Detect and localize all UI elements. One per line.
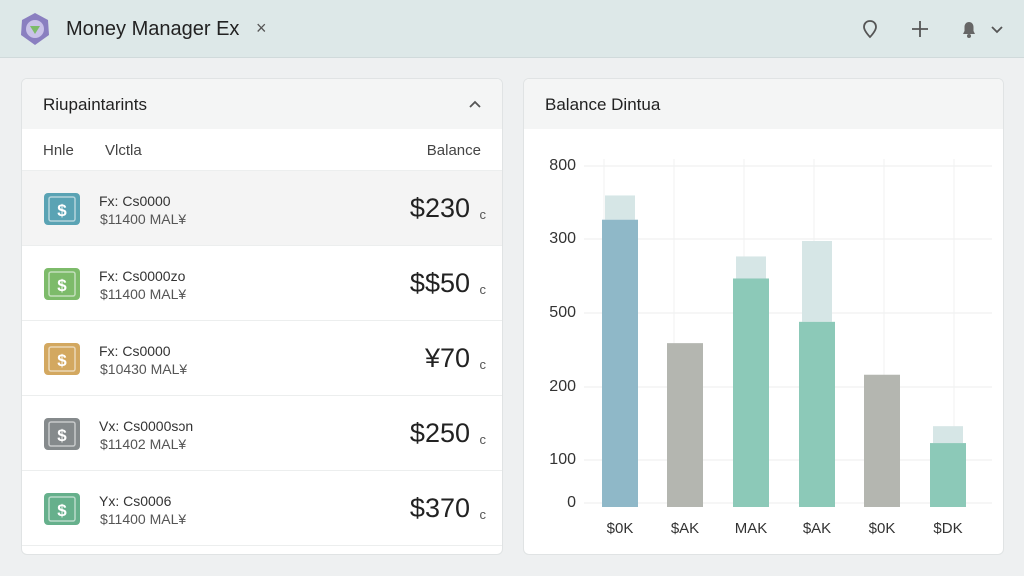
close-tab-button[interactable]: × xyxy=(256,18,267,39)
column-header-balance[interactable]: Balance xyxy=(427,142,481,159)
bar[interactable] xyxy=(667,343,703,507)
bar-cap xyxy=(605,195,635,220)
y-tick-label: 500 xyxy=(549,304,576,321)
svg-text:$: $ xyxy=(57,426,67,445)
accounts-panel: Riupaintarints Hnle Vlctla Balance $ Fx:… xyxy=(21,78,503,555)
account-subtitle: $10430 MAL¥ xyxy=(100,361,188,377)
y-tick-label: 800 xyxy=(549,157,576,174)
x-tick-label: $AK xyxy=(803,520,831,537)
chevron-up-icon[interactable] xyxy=(466,95,484,113)
svg-text:$: $ xyxy=(57,276,67,295)
account-balance-suffix: c xyxy=(479,357,487,372)
account-name: Yx: Cs0006 xyxy=(99,493,172,509)
x-tick-label: $AK xyxy=(671,520,699,537)
bar[interactable] xyxy=(930,443,966,507)
bar[interactable] xyxy=(864,374,900,507)
y-tick-label: 0 xyxy=(567,494,576,511)
column-header-type[interactable]: Vlctla xyxy=(105,142,142,159)
svg-text:$: $ xyxy=(57,351,67,370)
account-row[interactable]: $ Yx: Cs0006 $11400 MAL¥ $370 c xyxy=(22,471,502,546)
balance-bar-chart: 0 100 200 500 300 800 $0K $AK MAK $AK $0K $DK xyxy=(549,157,992,537)
window-titlebar: Money Manager Ex × xyxy=(0,0,1024,58)
account-balance-suffix: c xyxy=(479,207,487,222)
money-icon: $ xyxy=(44,418,80,450)
chart-panel-header: Balance Dintua xyxy=(524,79,1003,129)
column-header-name[interactable]: Hnle xyxy=(43,142,74,159)
account-row[interactable]: $ Fx: Cs0000 $10430 MAL¥ ¥70 c xyxy=(22,321,502,396)
money-icon: $ xyxy=(44,193,80,225)
balance-chart-panel: Balance Dintua 0 100 200 500 300 800 $0K $AK MAK… xyxy=(523,78,1004,555)
x-tick-label: $0K xyxy=(607,520,634,537)
account-name: Fx: Cs0000 xyxy=(99,343,171,359)
bar-cap xyxy=(802,241,832,322)
bell-icon[interactable] xyxy=(958,18,980,40)
bar[interactable] xyxy=(602,219,638,507)
account-row[interactable]: $ Vx: Cs0000sɔn $11402 MAL¥ $250 c xyxy=(22,396,502,471)
bar-cap xyxy=(933,426,963,444)
account-subtitle: $11400 MAL¥ xyxy=(100,211,187,227)
y-tick-label: 200 xyxy=(549,378,576,395)
x-tick-label: $0K xyxy=(869,520,896,537)
accounts-panel-header: Riupaintarints xyxy=(22,79,502,129)
account-subtitle: $11400 MAL¥ xyxy=(100,286,187,302)
account-subtitle: $11402 MAL¥ xyxy=(100,436,187,452)
bar[interactable] xyxy=(799,321,835,507)
account-balance: $230 xyxy=(409,193,470,223)
money-icon: $ xyxy=(44,493,80,525)
account-row[interactable]: $ Fx: Cs0000 $11400 MAL¥ $230 c xyxy=(22,171,502,246)
account-balance-suffix: c xyxy=(479,507,487,522)
bar[interactable] xyxy=(733,278,769,507)
account-balance-suffix: c xyxy=(479,282,487,297)
account-balance: $370 xyxy=(409,493,470,523)
svg-text:$: $ xyxy=(57,501,67,520)
y-tick-label: 300 xyxy=(549,230,576,247)
account-balance: $250 xyxy=(409,418,470,448)
app-title: Money Manager Ex xyxy=(66,18,240,40)
account-balance: $$50 xyxy=(409,268,470,298)
account-balance-suffix: c xyxy=(479,432,487,447)
x-tick-label: $DK xyxy=(933,520,962,537)
account-row[interactable]: $ Fx: Cs0000zo $11400 MAL¥ $$50 c xyxy=(22,246,502,321)
accounts-panel-title: Riupaintarints xyxy=(43,95,147,114)
chart-panel-title: Balance Dintua xyxy=(545,95,661,114)
account-balance: ¥70 xyxy=(424,343,470,373)
money-icon: $ xyxy=(44,268,80,300)
account-name: Fx: Cs0000zo xyxy=(99,268,186,284)
accounts-column-headers: Hnle Vlctla Balance xyxy=(22,129,502,171)
y-tick-label: 100 xyxy=(549,451,576,468)
app-logo-icon xyxy=(21,13,49,45)
money-icon: $ xyxy=(44,343,80,375)
plus-icon[interactable] xyxy=(909,18,931,40)
svg-text:$: $ xyxy=(57,201,67,220)
account-subtitle: $11400 MAL¥ xyxy=(100,511,187,527)
x-tick-label: MAK xyxy=(735,520,768,537)
chevron-down-icon[interactable] xyxy=(988,18,1006,40)
account-name: Fx: Cs0000 xyxy=(99,193,171,209)
account-name: Vx: Cs0000sɔn xyxy=(99,418,194,434)
bar-cap xyxy=(736,256,766,279)
location-icon[interactable] xyxy=(859,18,881,40)
